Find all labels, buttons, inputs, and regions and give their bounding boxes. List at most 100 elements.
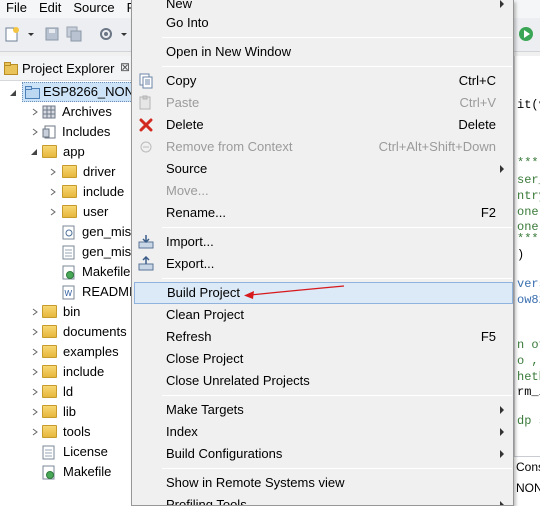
file-icon [42,445,55,460]
tree-label: Includes [62,124,111,139]
archives-icon [42,105,56,119]
project-explorer-tab[interactable]: Project Explorer ⊠ [0,56,131,81]
collapsed-arrow-icon[interactable] [31,108,39,116]
menu-item-label: Refresh [166,329,212,344]
menu-item-source[interactable]: Source [134,158,513,180]
menu-item-rename[interactable]: Rename... F2 [134,202,513,224]
tree-label: Makefile [82,264,131,279]
expanded-arrow-icon[interactable] [9,89,17,97]
file-icon [62,245,75,260]
collapsed-arrow-icon[interactable] [31,128,39,136]
menu-item-label: Export... [166,256,215,271]
menu-item-index[interactable]: Index [134,421,513,443]
code-line: o , [517,354,539,368]
context-menu: New Go Into Open in New Window Copy Ctrl… [131,0,514,506]
collapsed-arrow-icon[interactable] [31,348,39,356]
collapsed-arrow-icon[interactable] [31,428,39,436]
tree-label: include [63,364,105,379]
tree-label: ld [63,384,74,399]
menu-item-copy[interactable]: Copy Ctrl+C [134,70,513,92]
tree-label: tools [63,424,91,439]
project-explorer-label: Project Explorer [22,61,115,76]
menu-item-profiling-tools[interactable]: Profiling Tools [134,494,513,506]
menu-item-move[interactable]: Move... [134,180,513,202]
collapsed-arrow-icon[interactable] [49,188,57,196]
save-all-icon[interactable] [66,26,82,42]
menu-item-show-remote-systems[interactable]: Show in Remote Systems view [134,472,513,494]
code-line: ntry [517,189,540,203]
code-line: n of [517,338,540,352]
folder-icon [62,205,77,218]
code-line: it(v [517,98,540,112]
menu-item-open-new-window[interactable]: Open in New Window [134,41,513,63]
code-line: rm_i [517,385,540,399]
run-icon[interactable] [518,26,534,42]
code-line: ) [517,248,525,262]
menu-item-label: Close Unrelated Projects [166,373,310,388]
tree-label: License [63,444,108,459]
code-line: **** [517,156,540,170]
menu-item-label: Go Into [166,15,209,30]
menu-separator [162,468,512,469]
tree-item-project[interactable]: ESP8266_NONO [22,82,131,102]
menu-item-label: Index [166,424,198,439]
menu-item-label: Open in New Window [166,44,291,59]
submenu-arrow-icon [500,450,504,458]
collapsed-arrow-icon[interactable] [31,388,39,396]
menu-item-close-unrelated-projects[interactable]: Close Unrelated Projects [134,370,513,392]
new-icon[interactable] [4,26,20,42]
menu-item-label: Profiling Tools [166,497,247,506]
annotation-arrow-icon [244,285,345,299]
menu-item-clean-project[interactable]: Clean Project [134,304,513,326]
menu-item-delete[interactable]: Delete Delete [134,114,513,136]
menu-source[interactable]: Source [67,0,120,18]
menu-item-close-project[interactable]: Close Project [134,348,513,370]
tree-label: gen_mis [82,224,132,239]
script-file-icon [62,225,75,240]
console-view[interactable]: Cons NON [514,456,540,506]
menu-item-refresh[interactable]: Refresh F5 [134,326,513,348]
expanded-arrow-icon[interactable] [30,148,38,156]
close-icon[interactable]: ⊠ [120,60,130,74]
folder-icon [42,345,57,358]
menu-separator [162,278,512,279]
menu-item-make-targets[interactable]: Make Targets [134,399,513,421]
project-explorer: Project Explorer ⊠ ESP8266_NONO Archives… [0,56,132,506]
makefile-icon [42,465,55,480]
menu-file[interactable]: File [0,0,33,18]
collapsed-arrow-icon[interactable] [31,328,39,336]
menu-item-export[interactable]: Export... [134,253,513,275]
import-icon [138,235,154,249]
menu-item-remove-from-context[interactable]: Remove from Context Ctrl+Alt+Shift+Down [134,136,513,158]
collapsed-arrow-icon[interactable] [49,208,57,216]
collapsed-arrow-icon[interactable] [31,308,39,316]
chevron-down-icon[interactable] [120,26,128,42]
menu-item-build-configurations[interactable]: Build Configurations [134,443,513,465]
collapsed-arrow-icon[interactable] [31,368,39,376]
menu-item-go-into[interactable]: Go Into [134,12,513,34]
menu-item-label: Import... [166,234,214,249]
console-tab[interactable]: Cons [516,460,540,474]
tree-label: user [83,204,109,219]
save-icon[interactable] [44,26,60,42]
collapsed-arrow-icon[interactable] [31,408,39,416]
chevron-down-icon[interactable] [27,26,35,42]
menu-separator [162,395,512,396]
menu-item-import[interactable]: Import... [134,231,513,253]
collapsed-arrow-icon[interactable] [49,168,57,176]
tree-label: bin [63,304,81,319]
tree-label: lib [63,404,77,419]
build-hammer-icon[interactable] [98,26,114,42]
menu-item-label: Rename... [166,205,226,220]
menu-item-label: Delete [166,117,204,132]
includes-icon [42,125,56,139]
menu-item-paste[interactable]: Paste Ctrl+V [134,92,513,114]
menu-edit[interactable]: Edit [33,0,67,18]
menu-item-label: Build Project [167,285,240,300]
menu-item-label: Paste [166,95,200,110]
code-editor[interactable]: it(v **** ser_ ntry one one **** ) vers … [514,56,540,456]
folder-icon [42,385,57,398]
submenu-arrow-icon [500,501,504,505]
menu-separator [162,37,512,38]
makefile-icon [62,265,75,280]
